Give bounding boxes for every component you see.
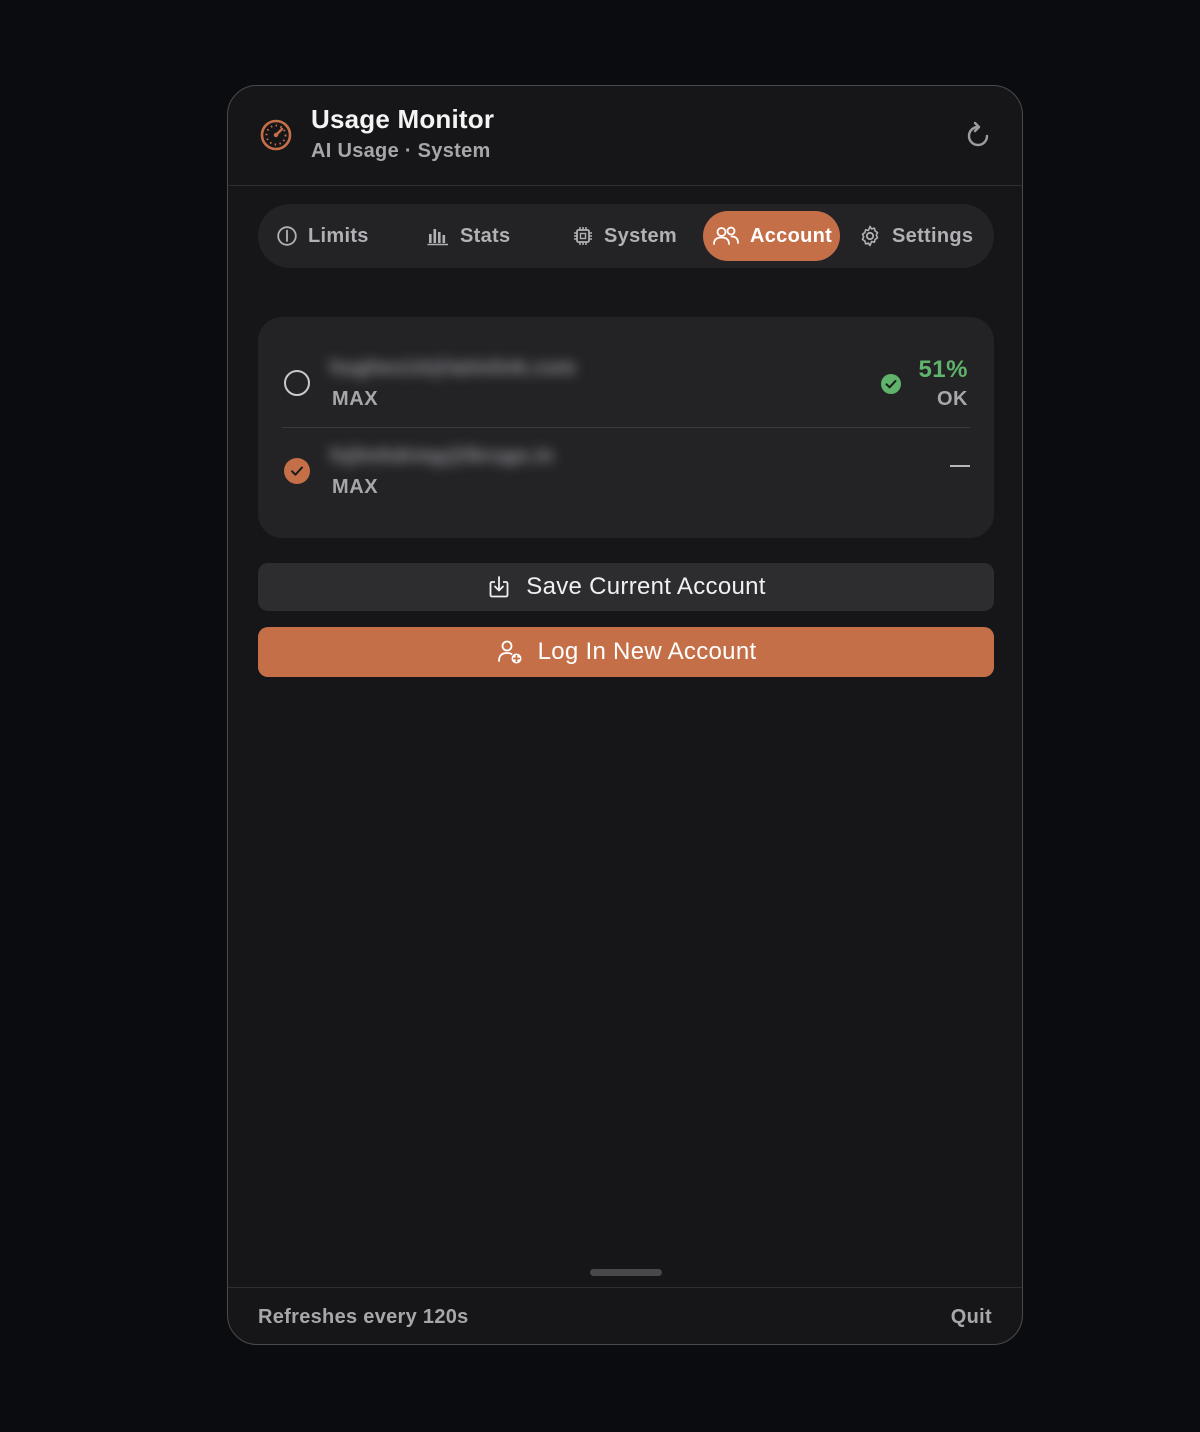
- log-in-new-account-button[interactable]: Log In New Account: [258, 627, 994, 677]
- tab-label: Account: [750, 224, 833, 247]
- account-email: fsjhnhdrmg@lkrugo.in: [330, 445, 554, 467]
- account-plan: MAX: [332, 388, 379, 410]
- tab-bar: Limits Stats System Account Settings: [258, 204, 994, 268]
- radio-unselected[interactable]: [284, 370, 310, 396]
- app-title: Usage Monitor: [311, 104, 495, 134]
- tab-system[interactable]: System: [572, 211, 696, 261]
- add-user-icon: [497, 640, 522, 664]
- tab-label: System: [604, 224, 677, 247]
- usage-percent: 51%: [918, 356, 968, 383]
- header: Usage Monitor AI Usage · System: [228, 86, 1022, 186]
- quit-button[interactable]: Quit: [951, 1306, 992, 1329]
- check-circle-icon: [881, 374, 901, 394]
- account-email: hughes14@latinlink.com: [330, 357, 577, 379]
- accounts-list: hughes14@latinlink.com MAX 51% OK fsjhnh…: [258, 317, 994, 538]
- tab-limits[interactable]: Limits: [276, 211, 394, 261]
- radio-selected[interactable]: [284, 458, 310, 484]
- tab-label: Settings: [892, 224, 974, 247]
- tab-settings[interactable]: Settings: [858, 211, 984, 261]
- tab-label: Limits: [308, 224, 369, 247]
- account-row[interactable]: hughes14@latinlink.com MAX 51% OK: [282, 339, 970, 427]
- gauge-icon: [277, 226, 297, 246]
- usage-monitor-panel: Usage Monitor AI Usage · System Limits S…: [227, 85, 1023, 1345]
- bar-chart-icon: [427, 229, 448, 246]
- tab-stats[interactable]: Stats: [426, 211, 536, 261]
- account-plan: MAX: [332, 476, 379, 498]
- save-current-account-button[interactable]: Save Current Account: [258, 563, 994, 611]
- account-row[interactable]: fsjhnhdrmg@lkrugo.in MAX: [282, 427, 970, 515]
- resize-handle[interactable]: [590, 1269, 662, 1276]
- cpu-icon: [574, 227, 592, 245]
- refresh-interval-note: Refreshes every 120s: [258, 1306, 469, 1328]
- usage-status: OK: [937, 388, 968, 410]
- refresh-icon[interactable]: [962, 120, 994, 152]
- save-button-label: Save Current Account: [526, 573, 766, 600]
- users-icon: [713, 226, 739, 245]
- tab-account[interactable]: Account: [703, 211, 840, 261]
- gear-icon: [861, 225, 879, 247]
- tab-label: Stats: [460, 224, 511, 247]
- download-box-icon: [489, 576, 509, 598]
- app-subtitle: AI Usage · System: [311, 140, 491, 162]
- footer: Refreshes every 120s Quit: [228, 1287, 1022, 1344]
- login-button-label: Log In New Account: [537, 638, 757, 665]
- speedometer-icon: [260, 119, 292, 151]
- usage-dash: [950, 465, 970, 467]
- checkmark-icon: [291, 466, 303, 476]
